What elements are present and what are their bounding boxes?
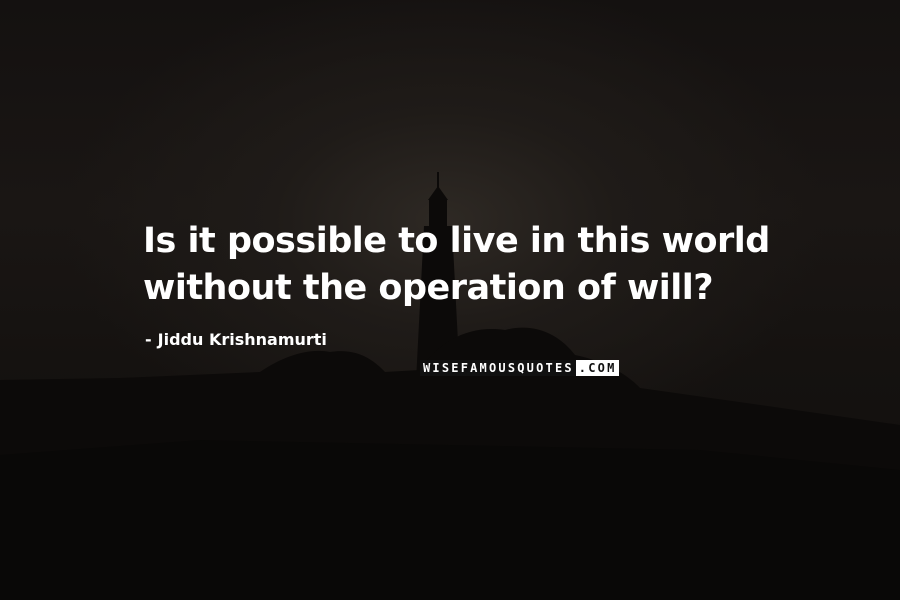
- logo-text-dark: WISEFAMOUSQUOTES: [420, 360, 576, 376]
- author-name: Jiddu Krishnamurti: [157, 330, 327, 349]
- quote-image: Is it possible to live in this world wit…: [0, 0, 900, 600]
- quote-line-2: without the operation of will?: [143, 268, 714, 308]
- quote-author: - Jiddu Krishnamurti: [145, 330, 327, 349]
- quote-line-1: Is it possible to live in this world: [143, 221, 770, 261]
- wisefamousquotes-logo: WISEFAMOUSQUOTES .COM: [420, 360, 619, 376]
- author-dash: -: [145, 330, 152, 349]
- logo-text-light: .COM: [578, 361, 617, 375]
- quote-text: Is it possible to live in this world wit…: [143, 218, 863, 312]
- ground-shadow: [0, 440, 900, 600]
